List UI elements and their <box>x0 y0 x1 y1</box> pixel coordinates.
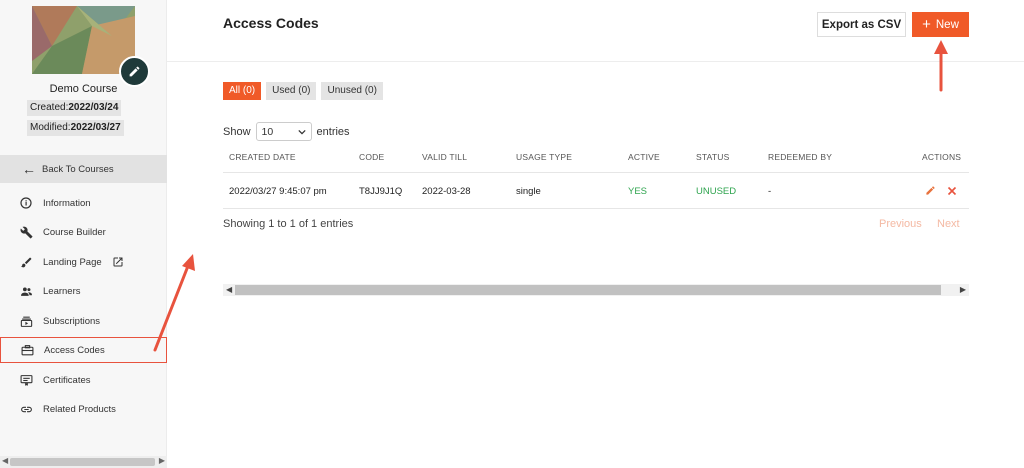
wrench-icon <box>19 225 33 239</box>
sidebar-item-label: Landing Page <box>43 256 102 268</box>
sidebar-item-label: Related Products <box>43 403 116 415</box>
entries-select[interactable]: 10 <box>255 122 312 141</box>
sidebar-item-label: Certificates <box>43 374 91 386</box>
scroll-left-icon[interactable]: ◀ <box>2 456 8 465</box>
sidebar-item-label: Learners <box>43 285 81 297</box>
sidebar-item-label: Subscriptions <box>43 315 101 327</box>
filter-unused[interactable]: Unused (0) <box>321 82 383 100</box>
chevron-down-icon <box>297 129 306 134</box>
table-divider <box>223 208 969 209</box>
filter-used[interactable]: Used (0) <box>266 82 317 100</box>
scrollbar-thumb[interactable] <box>10 458 155 466</box>
back-to-courses-button[interactable]: ← Back To Courses <box>0 155 167 183</box>
subscriptions-icon <box>19 314 33 328</box>
export-csv-button[interactable]: Export as CSV <box>817 12 906 37</box>
column-header-active[interactable]: ACTIVE <box>628 152 660 162</box>
cell-valid-till: 2022-03-28 <box>422 186 471 197</box>
page-title: Access Codes <box>223 15 319 31</box>
sidebar-scrollbar[interactable]: ◀ ▶ <box>0 456 167 468</box>
edit-code-button[interactable] <box>924 184 937 197</box>
scrollbar-thumb[interactable] <box>235 285 941 295</box>
sidebar-item-learners[interactable]: Learners <box>0 278 167 304</box>
column-header-redeemed-by[interactable]: REDEEMED BY <box>768 152 832 162</box>
table-info: Showing 1 to 1 of 1 entries <box>223 218 354 230</box>
sidebar-item-course-builder[interactable]: Course Builder <box>0 219 167 245</box>
column-header-code[interactable]: CODE <box>359 152 384 162</box>
delete-code-button[interactable] <box>945 184 958 197</box>
cell-status: UNUSED <box>696 186 737 197</box>
back-label: Back To Courses <box>42 163 114 175</box>
sidebar-item-certificates[interactable]: Certificates <box>0 367 167 393</box>
new-button-label: New <box>935 18 959 31</box>
entries-value: 10 <box>261 125 274 138</box>
next-button[interactable]: Next <box>937 218 960 230</box>
scroll-left-icon[interactable]: ◀ <box>226 284 232 296</box>
new-button[interactable]: + New <box>912 12 969 37</box>
sidebar-item-label: Access Codes <box>44 344 105 356</box>
ticket-icon <box>20 343 34 357</box>
scroll-right-icon[interactable]: ▶ <box>159 456 165 465</box>
header-divider <box>167 61 1024 62</box>
sidebar-item-related-products[interactable]: Related Products <box>0 396 167 422</box>
column-header-status[interactable]: STATUS <box>696 152 729 162</box>
certificate-icon <box>19 373 33 387</box>
pencil-icon <box>129 66 140 77</box>
column-header-valid-till[interactable]: VALID TILL <box>422 152 467 162</box>
cell-usage-type: single <box>516 186 541 197</box>
table-divider <box>223 172 969 173</box>
entries-label: entries <box>316 125 350 138</box>
column-header-created-date[interactable]: CREATED DATE <box>229 152 296 162</box>
column-header-usage-type[interactable]: USAGE TYPE <box>516 152 572 162</box>
external-link-icon[interactable] <box>112 256 124 268</box>
sidebar-item-subscriptions[interactable]: Subscriptions <box>0 308 167 334</box>
sidebar-item-landing-page[interactable]: Landing Page <box>0 249 167 275</box>
filter-all[interactable]: All (0) <box>223 82 262 100</box>
info-icon <box>19 196 33 210</box>
course-name: Demo Course <box>49 83 118 95</box>
brush-icon <box>19 255 33 269</box>
pencil-icon <box>926 186 935 195</box>
sidebar-item-information[interactable]: Information <box>0 190 167 216</box>
modified-date: Modified:2022/03/27 <box>27 120 124 136</box>
scroll-right-icon[interactable]: ▶ <box>960 284 966 296</box>
filter-tabs: All (0) Used (0) Unused (0) <box>223 82 383 100</box>
created-date: Created:2022/03/24 <box>27 100 122 116</box>
cell-code: T8JJ9J1Q <box>359 186 403 197</box>
column-header-actions: ACTIONS <box>922 152 962 162</box>
cell-redeemed-by: - <box>768 186 772 197</box>
sidebar-item-label: Information <box>43 197 91 209</box>
plus-icon: + <box>922 16 931 33</box>
entries-length-control: Show 10 entries <box>223 122 350 141</box>
sidebar: Demo Course Created:2022/03/24 Modified:… <box>0 0 167 468</box>
table-scrollbar[interactable]: ◀ ▶ <box>223 284 969 296</box>
previous-button[interactable]: Previous <box>879 218 922 230</box>
cell-created-date: 2022/03/27 9:45:07 pm <box>229 186 327 197</box>
annotation-arrow-new <box>934 40 948 92</box>
close-icon <box>947 186 956 195</box>
sidebar-item-access-codes[interactable]: Access Codes <box>0 337 167 363</box>
show-label: Show <box>223 125 251 138</box>
link-icon <box>19 402 33 416</box>
cell-active: YES <box>628 186 648 197</box>
sidebar-item-label: Course Builder <box>43 226 106 238</box>
people-icon <box>19 284 33 298</box>
arrow-left-icon: ← <box>22 161 36 177</box>
